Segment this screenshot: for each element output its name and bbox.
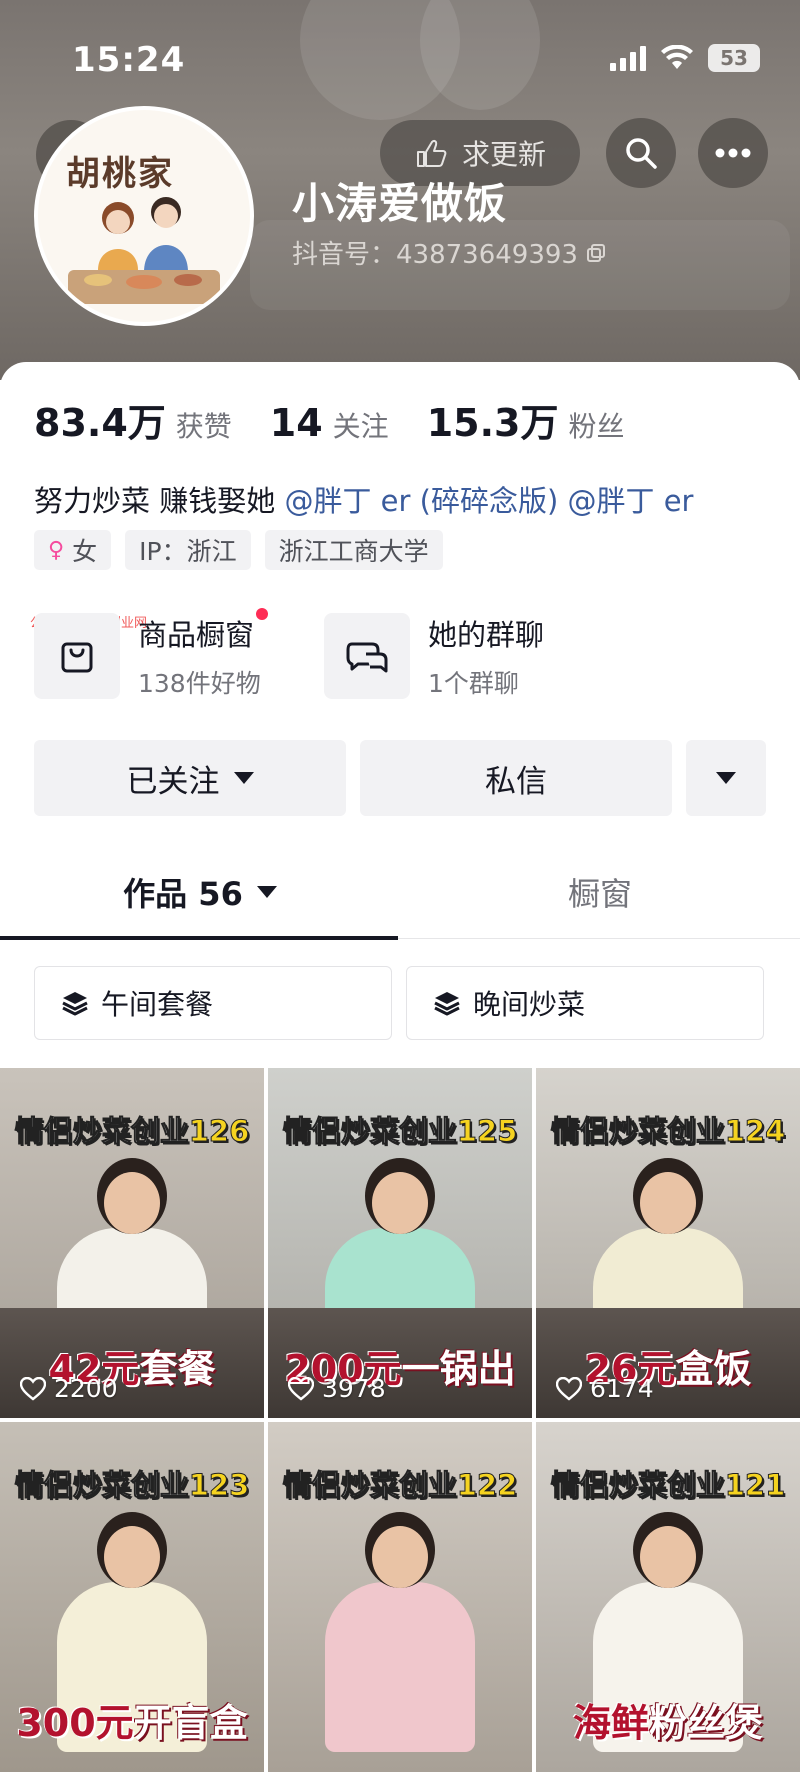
playlist-lunch-label: 午间套餐 bbox=[101, 988, 214, 1021]
message-label: 私信 bbox=[485, 763, 547, 800]
caret-down-icon bbox=[233, 772, 254, 784]
heart-icon bbox=[288, 1376, 314, 1401]
mention-link[interactable]: @胖丁 er bbox=[568, 484, 694, 518]
video-title: 情侣炒菜创业126 bbox=[14, 1114, 250, 1149]
profile-tags: ♀ 女 IP：浙江 浙江工商大学 bbox=[34, 530, 443, 570]
more-button[interactable] bbox=[698, 118, 768, 188]
playlist-row: 午间套餐 晚间炒菜 bbox=[34, 966, 764, 1040]
following-label[interactable]: 关注 bbox=[333, 405, 389, 445]
avatar[interactable]: 胡桃家 bbox=[34, 106, 254, 326]
mention-link[interactable]: @胖丁 er (碎碎念版) bbox=[284, 484, 558, 518]
shop-icon-box bbox=[34, 613, 120, 699]
heart-icon bbox=[556, 1376, 582, 1401]
followers-count[interactable]: 15.3万 bbox=[427, 392, 559, 447]
playlist-lunch[interactable]: 午间套餐 bbox=[34, 966, 392, 1040]
layers-icon bbox=[434, 992, 460, 1016]
heart-icon bbox=[20, 1376, 46, 1401]
cover-figure bbox=[325, 1582, 475, 1752]
video-title: 情侣炒菜创业123 bbox=[14, 1468, 250, 1503]
likes-count: 3978 bbox=[322, 1374, 386, 1403]
video-title: 情侣炒菜创业121 bbox=[550, 1468, 786, 1503]
shop-window-title: 商品橱窗 bbox=[138, 608, 269, 654]
ip-label: IP：浙江 bbox=[139, 537, 237, 566]
shopping-bag-icon bbox=[61, 642, 93, 673]
action-buttons: 已关注 私信 bbox=[34, 740, 766, 816]
likes-count: 2200 bbox=[54, 1374, 118, 1403]
video-grid: 情侣炒菜创业126 42元套餐 2200 情侣炒菜创业125 200元一锅出 3… bbox=[0, 1068, 800, 1772]
cover-figure bbox=[640, 1526, 696, 1588]
tab-works-label: 作品 56 bbox=[123, 875, 243, 913]
search-icon bbox=[626, 138, 657, 169]
cover-figure bbox=[372, 1172, 428, 1234]
followers-label[interactable]: 粉丝 bbox=[568, 405, 624, 445]
video-title: 情侣炒菜创业124 bbox=[550, 1114, 786, 1149]
cover-figure bbox=[104, 1172, 160, 1234]
profile-uid[interactable]: 抖音号：43873649393 bbox=[292, 234, 606, 271]
tab-showcase-label: 橱窗 bbox=[567, 875, 632, 913]
layers-icon bbox=[62, 992, 88, 1016]
caret-down-icon bbox=[256, 886, 277, 898]
gender-tag: ♀ 女 bbox=[34, 530, 112, 570]
caret-down-icon bbox=[716, 772, 736, 784]
likes-label: 获赞 bbox=[175, 410, 232, 443]
profile-name: 小涛爱做饭 bbox=[292, 179, 508, 228]
group-chat-entry[interactable]: 她的群聊 1个群聊 bbox=[324, 612, 544, 700]
copy-icon[interactable] bbox=[586, 243, 606, 263]
shop-window-count: 138件好物 bbox=[138, 669, 261, 698]
status-icons: 53 bbox=[610, 44, 760, 72]
avatar-illustration bbox=[68, 197, 220, 304]
notification-dot bbox=[256, 608, 269, 620]
video-card[interactable]: 情侣炒菜创业122 bbox=[268, 1422, 532, 1772]
ip-tag: IP：浙江 bbox=[125, 530, 251, 570]
gender-label: 女 bbox=[72, 537, 98, 566]
video-title: 情侣炒菜创业125 bbox=[282, 1114, 518, 1149]
uid-text: 抖音号：43873649393 bbox=[292, 240, 578, 270]
cover-figure bbox=[640, 1172, 696, 1234]
signal-icon bbox=[610, 45, 646, 71]
video-card[interactable]: 情侣炒菜创业126 42元套餐 2200 bbox=[0, 1068, 264, 1418]
school-label: 浙江工商大学 bbox=[278, 537, 429, 566]
search-button[interactable] bbox=[606, 118, 676, 188]
group-chat-icon bbox=[346, 642, 388, 673]
request-update-label: 求更新 bbox=[461, 138, 546, 171]
status-time: 15:24 bbox=[72, 40, 186, 80]
followed-label: 已关注 bbox=[126, 763, 220, 800]
group-chat-title: 她的群聊 bbox=[428, 618, 545, 652]
tab-works[interactable]: 作品 56 bbox=[0, 846, 400, 940]
wifi-icon bbox=[661, 45, 693, 69]
bio-text: 努力炒菜 赚钱娶她 bbox=[34, 484, 276, 518]
chat-icon-box bbox=[324, 613, 410, 699]
cover-figure bbox=[104, 1526, 160, 1588]
video-card[interactable]: 情侣炒菜创业125 200元一锅出 3978 bbox=[268, 1068, 532, 1418]
video-price-caption: 海鲜粉丝煲 bbox=[572, 1701, 764, 1745]
likes-count: 6174 bbox=[590, 1374, 654, 1403]
video-likes: 3978 bbox=[288, 1374, 386, 1403]
playlist-dinner-label: 晚间炒菜 bbox=[473, 988, 586, 1021]
video-card[interactable]: 情侣炒菜创业124 26元盒饭 6174 bbox=[536, 1068, 800, 1418]
more-options-button[interactable] bbox=[686, 740, 766, 816]
video-title: 情侣炒菜创业122 bbox=[282, 1468, 518, 1503]
tab-showcase[interactable]: 橱窗 bbox=[400, 846, 800, 938]
stats-row: 83.4万 获赞 14 关注 15.3万 粉丝 bbox=[34, 392, 662, 447]
school-tag[interactable]: 浙江工商大学 bbox=[264, 530, 443, 570]
video-price-caption: 300元开盲盒 bbox=[16, 1701, 248, 1745]
battery-icon: 53 bbox=[708, 44, 760, 72]
followed-button[interactable]: 已关注 bbox=[34, 740, 346, 816]
video-card[interactable]: 情侣炒菜创业123 300元开盲盒 bbox=[0, 1422, 264, 1772]
bio: 努力炒菜 赚钱娶她 @胖丁 er (碎碎念版) @胖丁 er bbox=[34, 478, 693, 520]
playlist-dinner[interactable]: 晚间炒菜 bbox=[406, 966, 764, 1040]
cover-figure bbox=[372, 1526, 428, 1588]
hand-icon bbox=[416, 140, 447, 167]
profile-tabs: 作品 56 橱窗 bbox=[0, 846, 800, 940]
shop-window-entry[interactable]: 商品橱窗 138件好物 bbox=[34, 608, 269, 700]
group-chat-count: 1个群聊 bbox=[428, 669, 519, 698]
following-count[interactable]: 14 bbox=[270, 401, 323, 445]
video-likes: 6174 bbox=[556, 1374, 654, 1403]
message-button[interactable]: 私信 bbox=[360, 740, 672, 816]
video-card[interactable]: 情侣炒菜创业121 海鲜粉丝煲 bbox=[536, 1422, 800, 1772]
female-icon: ♀ bbox=[48, 537, 65, 563]
more-dots-icon bbox=[715, 148, 751, 158]
video-likes: 2200 bbox=[20, 1374, 118, 1403]
likes-count: 83.4万 bbox=[34, 401, 166, 445]
